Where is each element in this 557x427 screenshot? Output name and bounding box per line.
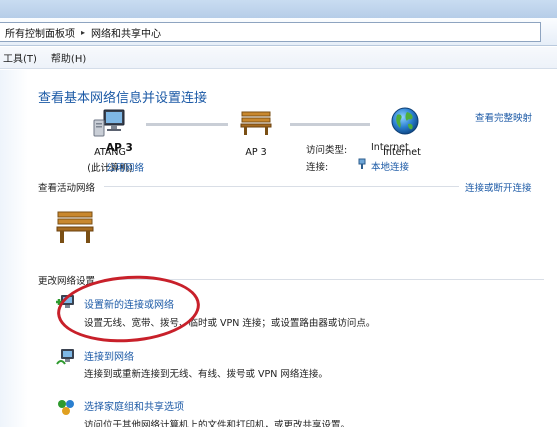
address-box[interactable]: 所有控制面板项 ▸ 网络和共享中心 [0, 22, 541, 42]
connect-to-network-desc: 连接到或重新连接到无线、有线、拨号或 VPN 网络连接。 [84, 369, 328, 380]
breadcrumb-control-panel-items[interactable]: 所有控制面板项 [5, 25, 75, 40]
menu-tools[interactable]: 工具(T) [0, 50, 44, 65]
map-node-network: AP 3 [226, 147, 286, 158]
full-map-link[interactable]: 查看完整映射 [475, 110, 532, 124]
connections-label: 连接: [306, 162, 329, 173]
connect-to-network-link[interactable]: 连接到网络 [84, 348, 134, 363]
section-divider [104, 186, 459, 187]
connect-disconnect-link[interactable]: 连接或断开连接 [465, 180, 532, 194]
access-type-label: 访问类型: [306, 145, 348, 156]
active-networks-heading: 查看活动网络 [38, 183, 96, 194]
connect-network-icon [56, 349, 74, 365]
window-top-strip [0, 0, 557, 18]
map-connector-line [290, 123, 370, 126]
network-node-name: AP 3 [245, 147, 267, 158]
globe-icon[interactable] [390, 106, 420, 136]
homegroup-sharing-link[interactable]: 选择家庭组和共享选项 [84, 398, 184, 413]
main-content: 查看基本网络信息并设置连接 查看完整映射 ATANG (此计算机) AP 3 I… [0, 70, 557, 427]
ethernet-icon [358, 158, 366, 169]
active-network-name: AP 3 [106, 142, 133, 154]
menu-bar: 工具(T) 帮助(H) [0, 47, 557, 69]
computer-icon[interactable] [92, 108, 126, 138]
breadcrumb-separator-icon[interactable]: ▸ [81, 28, 85, 37]
homegroup-icon [58, 400, 74, 415]
local-connection-link[interactable]: 本地连接 [371, 159, 409, 173]
homegroup-sharing-desc: 访问位于其他网络计算机上的文件和打印机，或更改共享设置。 [84, 420, 351, 427]
access-type-value: Internet [371, 142, 409, 153]
network-type-link[interactable]: 公用网络 [106, 160, 144, 174]
breadcrumb-network-center[interactable]: 网络和共享中心 [91, 25, 161, 40]
map-connector-line [146, 123, 228, 126]
address-bar: 所有控制面板项 ▸ 网络和共享中心 [0, 18, 557, 46]
page-title: 查看基本网络信息并设置连接 [38, 91, 208, 106]
bench-network-icon[interactable] [240, 110, 272, 136]
bench-network-icon [56, 211, 94, 243]
menu-help[interactable]: 帮助(H) [44, 50, 93, 65]
